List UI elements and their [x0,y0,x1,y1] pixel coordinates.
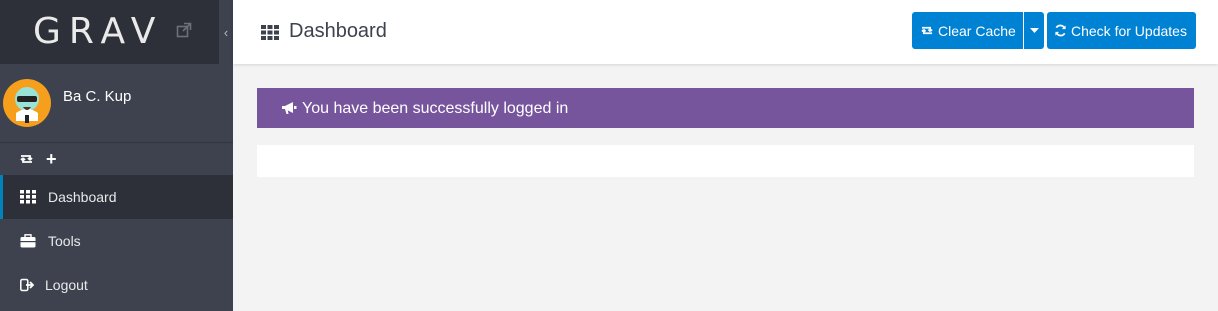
dashboard-panel [257,145,1194,177]
user-profile[interactable]: Ba C. Kup [0,64,233,143]
logo-bar: GRAV ‹ [0,0,233,64]
clear-cache-button[interactable]: Clear Cache [912,12,1023,49]
avatar[interactable] [3,79,51,127]
clear-cache-dropdown-button[interactable] [1024,12,1044,49]
quick-actions: + [0,143,233,175]
plus-icon[interactable]: + [46,149,57,170]
external-link-icon[interactable] [176,22,192,38]
bullhorn-icon [282,102,297,114]
success-alert: You have been successfully logged in [257,88,1194,128]
sidebar-item-label: Tools [48,233,81,249]
check-updates-label: Check for Updates [1071,22,1187,39]
briefcase-icon [20,234,36,248]
retweet-icon[interactable] [19,152,34,168]
sidebar-item-label: Logout [45,277,88,293]
clear-cache-label: Clear Cache [938,22,1016,39]
sidebar-item-tools[interactable]: Tools [0,219,233,263]
alert-message: You have been successfully logged in [302,100,569,117]
refresh-icon [1055,24,1066,37]
sidebar-item-label: Dashboard [48,189,117,205]
sidebar-item-logout[interactable]: Logout [0,263,233,307]
grid-icon [261,25,279,40]
sign-out-icon [20,278,35,292]
grid-icon [20,190,36,204]
grav-logo[interactable]: GRAV [33,12,163,52]
caret-down-icon [1029,28,1039,33]
sidebar-item-dashboard[interactable]: Dashboard [0,175,233,219]
page-title: Dashboard [289,20,387,42]
sidebar-collapse-toggle[interactable]: ‹ [219,0,233,64]
user-name[interactable]: Ba C. Kup [63,88,131,105]
top-header: Dashboard Clear Cache Check for Updates [233,0,1218,64]
retweet-icon [921,26,933,35]
sidebar: GRAV ‹ Ba C. Kup + Dashboard Tools Logou… [0,0,233,311]
check-updates-button[interactable]: Check for Updates [1047,12,1196,49]
